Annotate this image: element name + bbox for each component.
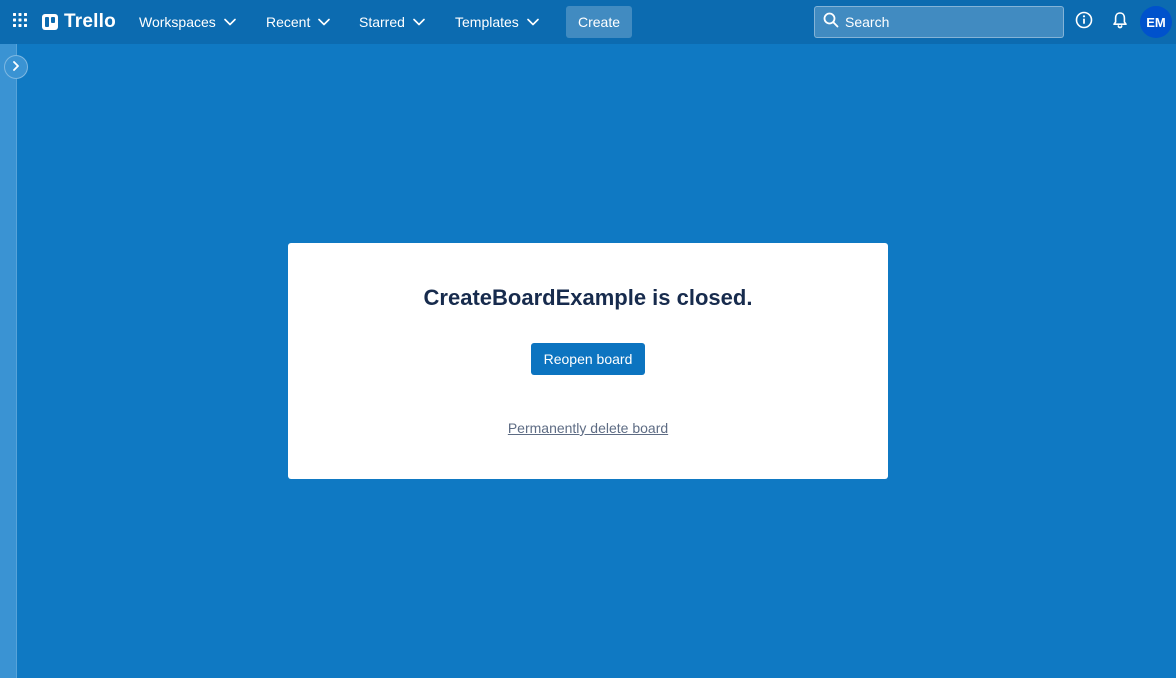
nav-starred[interactable]: Starred xyxy=(355,6,429,38)
notifications-button[interactable] xyxy=(1106,8,1134,36)
nav-label: Workspaces xyxy=(139,14,216,30)
trello-logo-icon xyxy=(42,14,58,30)
delete-link-text[interactable]: Permanently delete board xyxy=(508,420,668,436)
app-name: Trello xyxy=(64,11,116,32)
chevron-right-icon xyxy=(12,58,20,76)
chevron-down-icon xyxy=(318,18,331,26)
board-closed-message: CreateBoardExample is closed. xyxy=(423,285,753,310)
search-icon xyxy=(815,12,845,33)
chevron-down-icon xyxy=(223,18,236,26)
chevron-down-icon xyxy=(527,18,539,26)
create-button[interactable]: Create xyxy=(566,6,632,38)
avatar[interactable]: EM xyxy=(1140,6,1172,38)
expand-sidebar-button[interactable] xyxy=(4,55,28,79)
chevron-down-icon xyxy=(413,18,425,26)
collapsed-sidebar xyxy=(0,44,17,678)
nav-label: Starred xyxy=(359,14,405,30)
reopen-board-button[interactable]: Reopen board xyxy=(531,343,645,375)
board-closed-dialog: CreateBoardExample is closed. Reopen boa… xyxy=(288,243,888,479)
nav-workspaces[interactable]: Workspaces xyxy=(135,6,240,38)
information-button[interactable] xyxy=(1070,8,1098,36)
search-input[interactable] xyxy=(845,14,1045,30)
nav-label: Recent xyxy=(266,14,311,30)
bell-icon xyxy=(1112,11,1128,34)
app-switcher-button[interactable] xyxy=(8,8,32,36)
top-navigation-bar: Trello Workspaces Recent Starred Templat… xyxy=(0,0,1176,44)
info-icon xyxy=(1075,11,1093,34)
nav-templates[interactable]: Templates xyxy=(451,6,543,38)
trello-logo[interactable]: Trello xyxy=(42,11,116,33)
grid-icon xyxy=(12,12,28,33)
permanently-delete-board-link: Permanently delete board xyxy=(288,420,888,436)
nav-label: Templates xyxy=(455,14,519,30)
nav-recent[interactable]: Recent xyxy=(262,6,334,38)
search-box xyxy=(814,6,1064,38)
